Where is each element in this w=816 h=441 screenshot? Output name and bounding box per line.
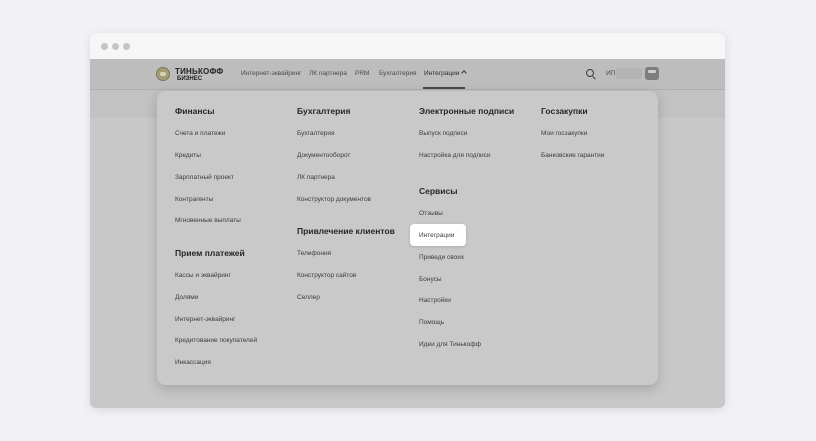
menu-link-reviews[interactable]: Отзывы — [419, 210, 443, 217]
integrations-dropdown-menu: Финансы Счета и платежи Кредиты Зарплатн… — [157, 91, 658, 385]
logo-line2: БИЗНЕС — [177, 76, 203, 82]
minimize-dot[interactable] — [112, 43, 119, 50]
section-title-procurement: Госзакупки — [541, 106, 588, 116]
site-header: ТИНЬКОФФ БИЗНЕС Интернет-эквайринг ЛК па… — [90, 59, 725, 90]
user-prefix: ИП — [606, 70, 616, 77]
menu-link-ideas[interactable]: Идеи для Тинькофф — [419, 341, 481, 348]
menu-link-help[interactable]: Помощь — [419, 319, 444, 326]
menu-link-document-flow[interactable]: Документооборот — [297, 152, 350, 159]
menu-link-site-builder[interactable]: Конструктор сайтов — [297, 272, 356, 279]
chevron-up-icon — [461, 70, 468, 76]
nav-item-prm[interactable]: PRM — [355, 70, 369, 77]
menu-link-bank-guarantees[interactable]: Банковские гарантии — [541, 152, 604, 159]
menu-link-integrations[interactable]: Интеграции — [419, 232, 454, 239]
menu-link-telephony[interactable]: Телефония — [297, 250, 331, 257]
nav-item-accounting[interactable]: Бухгалтерия — [379, 70, 417, 77]
menu-link-salary-project[interactable]: Зарплатный проект — [175, 174, 234, 181]
logo-emblem-icon — [156, 67, 170, 81]
nav-item-internet-acquiring[interactable]: Интернет-эквайринг — [241, 70, 302, 77]
nav-item-integrations[interactable]: Интеграции — [424, 70, 468, 77]
active-nav-underline — [423, 87, 465, 89]
menu-link-settings[interactable]: Настройки — [419, 297, 451, 304]
menu-link-counterparties[interactable]: Контрагенты — [175, 196, 213, 203]
logo[interactable]: ТИНЬКОФФ БИЗНЕС — [156, 66, 228, 84]
menu-link-dolyami[interactable]: Долями — [175, 294, 198, 301]
section-title-finance: Финансы — [175, 106, 215, 116]
maximize-dot[interactable] — [123, 43, 130, 50]
user-name-redacted — [616, 68, 642, 79]
menu-link-collection[interactable]: Инкассация — [175, 359, 211, 366]
logo-line1: ТИНЬКОФФ — [175, 67, 224, 76]
section-title-accounting: Бухгалтерия — [297, 106, 351, 116]
section-title-signatures: Электронные подписи — [419, 106, 515, 116]
menu-link-buyer-credit[interactable]: Кредитование покупателей — [175, 337, 257, 344]
section-title-services: Сервисы — [419, 186, 458, 196]
menu-link-document-builder[interactable]: Конструктор документов — [297, 196, 371, 203]
menu-link-partner-cabinet[interactable]: ЛК партнера — [297, 174, 335, 181]
menu-link-internet-acquiring[interactable]: Интернет-эквайринг — [175, 316, 236, 323]
menu-link-my-procurement[interactable]: Мои госзакупки — [541, 130, 587, 137]
menu-link-issue-signature[interactable]: Выпуск подписи — [419, 130, 467, 137]
menu-link-credits[interactable]: Кредиты — [175, 152, 201, 159]
menu-link-seller[interactable]: Селлер — [297, 294, 320, 301]
title-bar — [90, 33, 725, 60]
menu-link-accounting[interactable]: Бухгалтерия — [297, 130, 335, 137]
menu-link-instant-payouts[interactable]: Мгновенные выплаты — [175, 217, 241, 224]
section-title-clients: Привлечение клиентов — [297, 226, 395, 236]
menu-link-signature-setup[interactable]: Настройка для подписи — [419, 152, 491, 159]
nav-item-integrations-label: Интеграции — [424, 70, 460, 77]
nav-item-partner-cabinet[interactable]: ЛК партнера — [309, 70, 347, 77]
section-title-payments: Прием платежей — [175, 248, 245, 258]
menu-link-cash-acquiring[interactable]: Кассы и эквайринг — [175, 272, 231, 279]
menu-link-refer-friends[interactable]: Приведи своих — [419, 254, 464, 261]
close-dot[interactable] — [101, 43, 108, 50]
search-icon[interactable] — [586, 69, 594, 77]
avatar[interactable] — [645, 67, 659, 80]
menu-link-bonuses[interactable]: Бонусы — [419, 276, 442, 283]
menu-link-accounts-payments[interactable]: Счета и платежи — [175, 130, 225, 137]
